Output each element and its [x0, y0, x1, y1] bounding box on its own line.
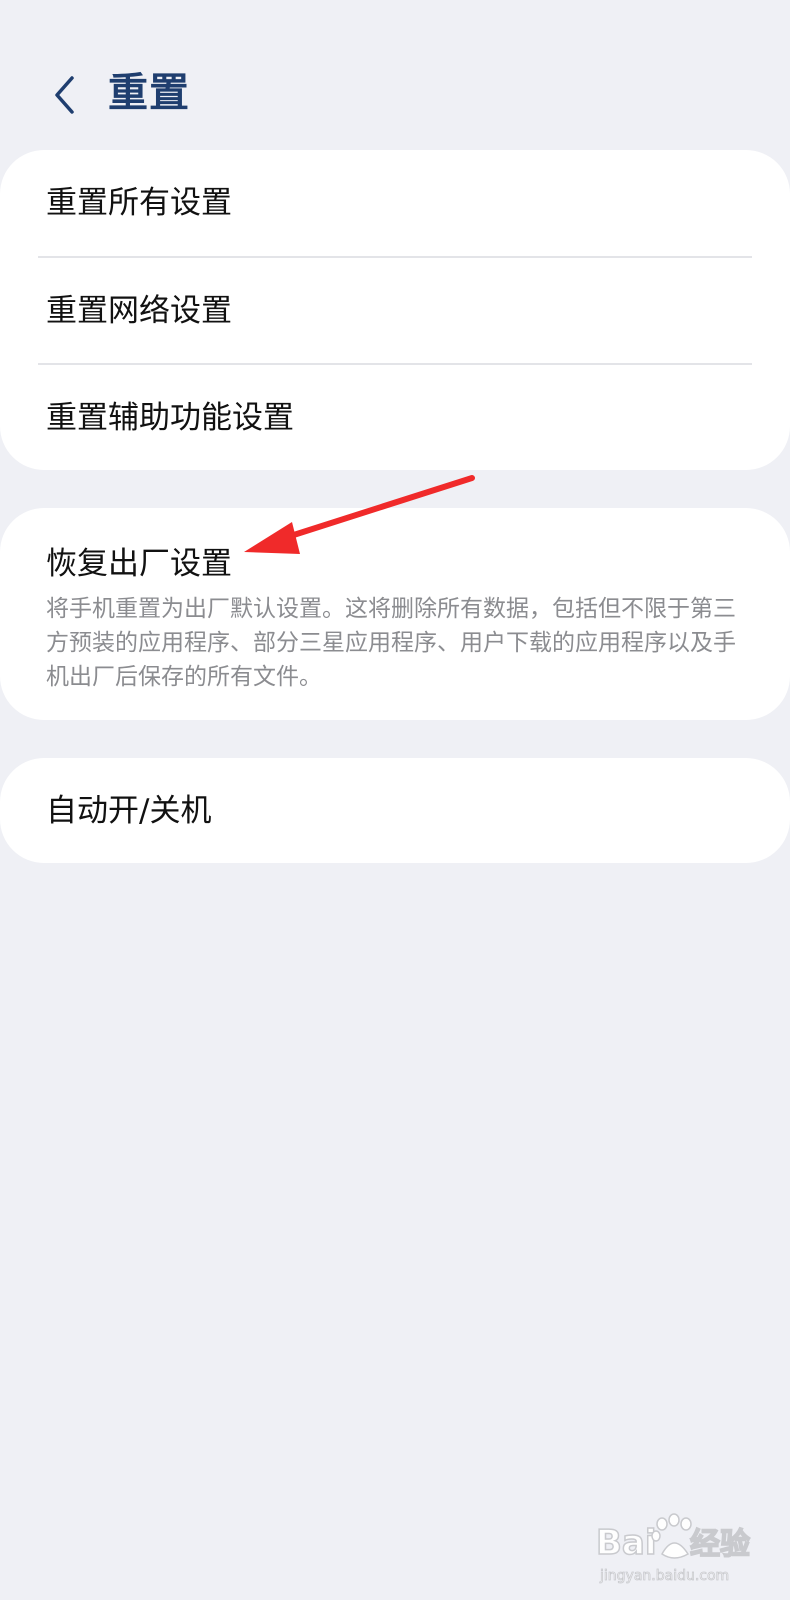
svg-text:Bai: Bai: [596, 1523, 657, 1563]
reset-accessibility-settings-item[interactable]: 重置辅助功能设置: [0, 365, 790, 471]
auto-power-label: 自动开/关机: [46, 792, 212, 829]
factory-reset-item[interactable]: 恢复出厂设置 将手机重置为出厂默认设置。这将删除所有数据，包括但不限于第三方预装…: [0, 508, 790, 720]
svg-text:经验: 经验: [690, 1527, 750, 1562]
reset-all-settings-item[interactable]: 重置所有设置: [0, 150, 790, 256]
reset-accessibility-settings-label: 重置辅助功能设置: [46, 400, 294, 436]
factory-reset-card: 恢复出厂设置 将手机重置为出厂默认设置。这将删除所有数据，包括但不限于第三方预装…: [0, 508, 790, 720]
chevron-left-icon: [55, 76, 74, 114]
auto-power-card: 自动开/关机: [0, 758, 790, 863]
factory-reset-description: 将手机重置为出厂默认设置。这将删除所有数据，包括但不限于第三方预装的应用程序、部…: [46, 596, 736, 690]
baidu-paw-logo-icon: Bai 经验 jingyan.baidu.com: [595, 1513, 751, 1584]
page-title: 重置: [108, 70, 190, 116]
factory-reset-title: 恢复出厂设置: [46, 546, 232, 582]
back-button[interactable]: [40, 70, 90, 120]
auto-power-item[interactable]: 自动开/关机: [0, 758, 790, 863]
reset-network-settings-item[interactable]: 重置网络设置: [0, 258, 790, 364]
svg-text:jingyan.baidu.com: jingyan.baidu.com: [599, 1568, 729, 1584]
reset-network-settings-label: 重置网络设置: [46, 293, 232, 329]
reset-all-settings-label: 重置所有设置: [46, 185, 232, 221]
reset-options-card: 重置所有设置 重置网络设置 重置辅助功能设置: [0, 150, 790, 470]
baidu-jingyan-watermark: Bai 经验 jingyan.baidu.com: [595, 1488, 776, 1588]
